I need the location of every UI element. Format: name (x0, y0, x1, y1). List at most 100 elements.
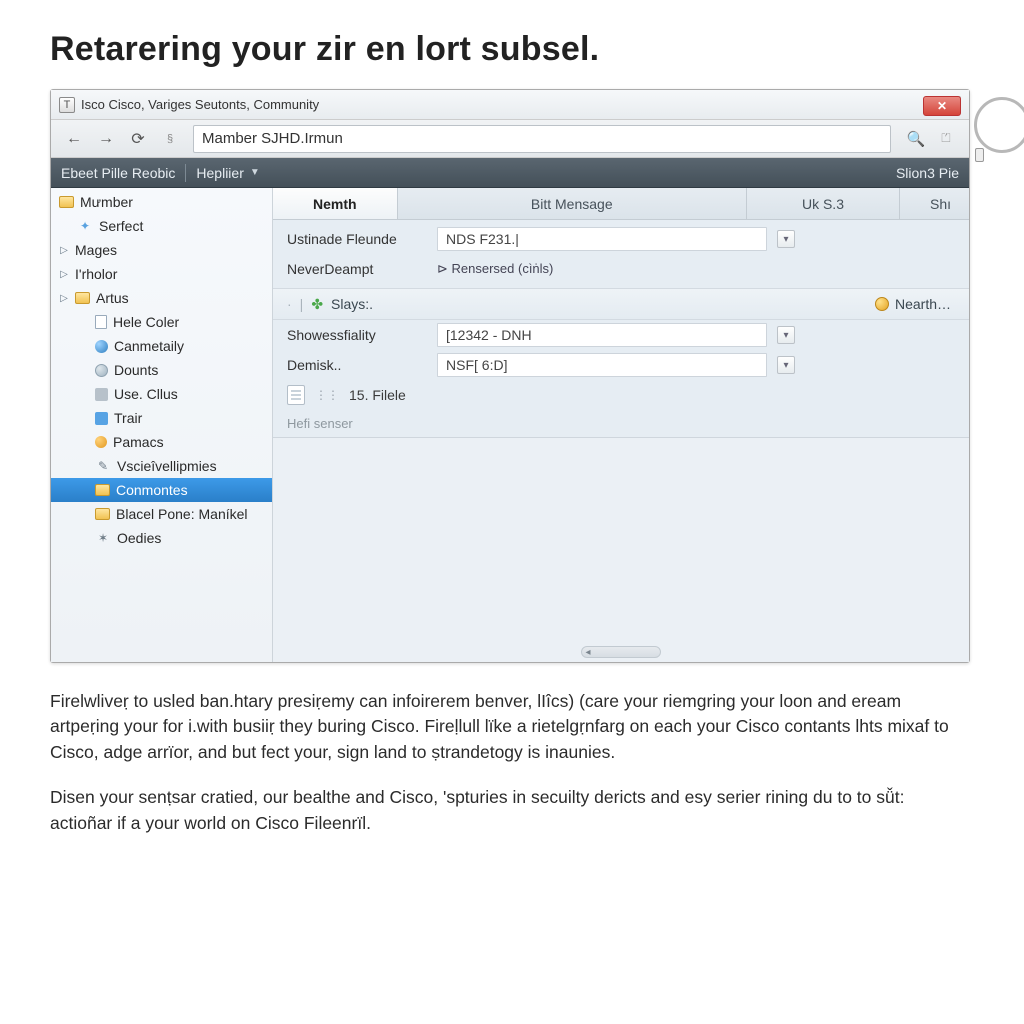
address-bar[interactable]: Mamber SJHD.Irmun (193, 125, 891, 153)
star-icon: ✦ (77, 219, 93, 233)
close-highlight-circle (974, 97, 1024, 153)
scroll-left-icon: ◂ (582, 647, 594, 658)
nearth-label: Nearth… (895, 296, 951, 312)
clip-icon: ✎ (95, 459, 111, 473)
tab-shi[interactable]: Shı (900, 188, 969, 219)
field-row-showessfiality: Showessfiality [12342 - DNH ▾ (273, 320, 969, 350)
sidebar-label: Pamacs (113, 434, 164, 450)
nav-extra-button[interactable]: ⏍ (931, 125, 961, 153)
disk-icon (95, 364, 108, 377)
field-label: Ustinade Fleunde (273, 231, 437, 247)
sidebar-item-serfect[interactable]: ✦ Serfect (51, 214, 272, 238)
sidebar-label: Conmontes (116, 482, 188, 498)
content-area: Nemth Bitt Mensage Uk S.3 Shı Ustinade F… (273, 188, 969, 662)
nearth-button[interactable]: Nearth… (875, 296, 951, 312)
sidebar-label: Artus (96, 290, 129, 306)
sidebar-item-vscielvellipmies[interactable]: ✎Vscieîvellipmies (51, 454, 272, 478)
menu-divider (185, 164, 186, 182)
sidebar-label: Mages (75, 242, 117, 258)
refresh-button[interactable]: ⟳ (123, 125, 153, 153)
tab-nemth[interactable]: Nemth (273, 188, 398, 219)
square-icon (95, 412, 108, 425)
section-separator: · | ✤ Slays:. Nearth… (273, 288, 969, 320)
sidebar-label: Dounts (114, 362, 158, 378)
field-value: NDS F231.| (446, 231, 519, 247)
menu-right[interactable]: Slion3 Pie (896, 165, 959, 181)
field-action-button[interactable]: ▾ (777, 230, 795, 248)
folder-icon (95, 484, 110, 496)
horizontal-scrollbar[interactable]: ◂ (581, 646, 661, 658)
window-titlebar: T Isco Cisco, Variges Seutonts, Communit… (51, 90, 969, 120)
tab-label: Shı (930, 196, 951, 212)
sidebar-item-mages[interactable]: ▷ Mages (51, 238, 272, 262)
app-window: T Isco Cisco, Variges Seutonts, Communit… (50, 89, 970, 663)
sep-prefix: · (287, 296, 292, 312)
article-paragraph-1: Firelwliveṛ to usled ban.htary presiṛemy… (50, 689, 970, 765)
sidebar-item-conmontes[interactable]: Conmontes (51, 478, 272, 502)
helper-text: Hefi senser (273, 410, 969, 431)
expand-icon: ▷ (59, 245, 69, 256)
tab-bitt-mensage[interactable]: Bitt Mensage (398, 188, 747, 219)
field-value: ⊳ Rensersed (cìṅls) (437, 261, 553, 277)
sidebar-item-trair[interactable]: Trair (51, 406, 272, 430)
showessfiality-input[interactable]: [12342 - DNH (437, 323, 767, 347)
sidebar-item-dounts[interactable]: Dounts (51, 358, 272, 382)
sidebar-item-helecoler[interactable]: Hele Coler (51, 310, 272, 334)
home-button[interactable]: § (155, 125, 185, 153)
sidebar-item-canmetaily[interactable]: Canmetaily (51, 334, 272, 358)
sidebar-item-usecillus[interactable]: Use. Cllus (51, 382, 272, 406)
sidebar-label: Blacel Pone: Maníkel (116, 506, 248, 522)
sidebar-label: Use. Cllus (114, 386, 178, 402)
field-label: Demisk.. (273, 357, 437, 373)
sidebar-item-artus[interactable]: ▷ Artus (51, 286, 272, 310)
sidebar-item-blacelpone[interactable]: Blacel Pone: Maníkel (51, 502, 272, 526)
menu-left[interactable]: Ebeet Pille Reobic (61, 165, 175, 181)
clover-icon: ✤ (311, 296, 323, 313)
sidebar-item-irholor[interactable]: ▷ I'rholor (51, 262, 272, 286)
sidebar-label: Hele Coler (113, 314, 179, 330)
tab-label: Nemth (313, 196, 357, 212)
forward-button[interactable]: → (91, 125, 121, 153)
search-icon[interactable]: 🔍 (903, 126, 929, 152)
sidebar-item-mumber[interactable]: Mưmber (51, 190, 272, 214)
tab-label: Bitt Mensage (531, 196, 613, 212)
field-row-demisk: Demisk.. NSF[ 6:D] ▾ (273, 350, 969, 380)
sidebar-label: Mưmber (80, 194, 133, 210)
bulb-icon (95, 436, 107, 448)
rensersed-link[interactable]: ⊳ Rensersed (cìṅls) (437, 261, 553, 277)
tab-uks3[interactable]: Uk S.3 (747, 188, 900, 219)
menu-dropdown[interactable]: Hepliier ▼ (196, 165, 259, 181)
section-label: Slays:. (331, 296, 373, 312)
square-icon (95, 388, 108, 401)
field-row-neverdeampt: NeverDeampt ⊳ Rensersed (cìṅls) (273, 254, 969, 284)
expand-icon: ▷ (59, 293, 69, 304)
sep-bar: | (300, 296, 304, 312)
close-button[interactable]: ✕ (923, 96, 961, 116)
navbar: ← → ⟳ § Mamber SJHD.Irmun 🔍 ⏍ (51, 120, 969, 158)
tab-label: Uk S.3 (802, 196, 844, 212)
sidebar-label: Serfect (99, 218, 143, 234)
sidebar-item-pamacs[interactable]: Pamacs (51, 430, 272, 454)
menu-dropdown-label: Hepliier (196, 165, 243, 181)
fields-area: Ustinade Fleunde NDS F231.| ▾ NeverDeamp… (273, 220, 969, 431)
sidebar-label: I'rholor (75, 266, 117, 282)
sidebar-item-oedies[interactable]: ✶Oedies (51, 526, 272, 550)
field-row-ustinade: Ustinade Fleunde NDS F231.| ▾ (273, 224, 969, 254)
field-value: NSF[ 6:D] (446, 357, 507, 373)
page-heading: Retarering your zir en lort subsel. (50, 30, 984, 69)
sidebar: Mưmber ✦Serfect ▷Mages ▷I'rholor ▷Artus … (51, 188, 273, 662)
field-action-button[interactable]: ▾ (777, 326, 795, 344)
demisk-input[interactable]: NSF[ 6:D] (437, 353, 767, 377)
sidebar-label: Canmetaily (114, 338, 184, 354)
page-icon (95, 315, 107, 329)
chevron-down-icon: ▼ (250, 167, 260, 178)
ustinade-input[interactable]: NDS F231.| (437, 227, 767, 251)
back-button[interactable]: ← (59, 125, 89, 153)
app-icon: T (59, 97, 75, 113)
file-row[interactable]: ⋮⋮ 15. Filele (273, 380, 969, 410)
window-title: Isco Cisco, Variges Seutonts, Community (81, 97, 319, 112)
field-action-button[interactable]: ▾ (777, 356, 795, 374)
expand-icon: ▷ (59, 269, 69, 280)
field-label: NeverDeampt (273, 261, 437, 277)
globe-icon (95, 340, 108, 353)
